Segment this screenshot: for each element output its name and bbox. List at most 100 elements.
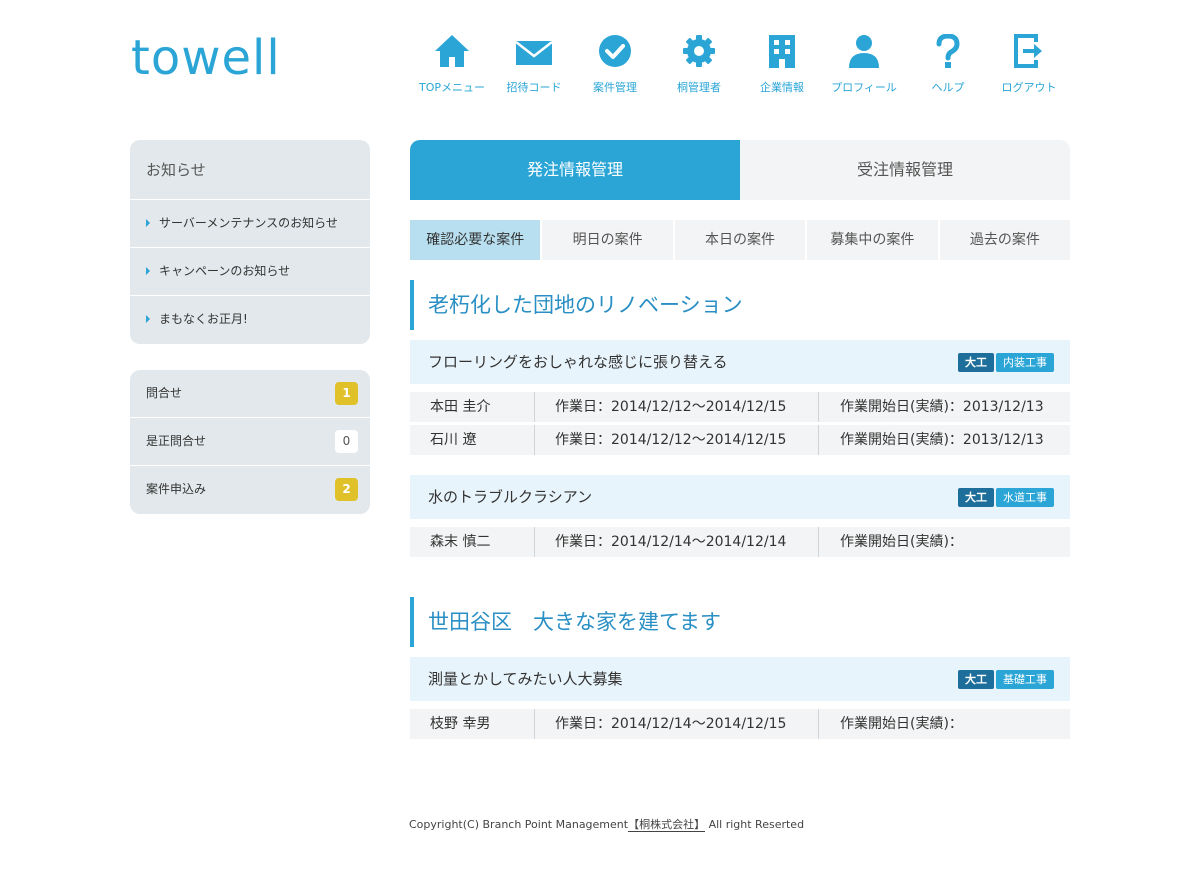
nav-invite-code[interactable]: 招待コード [494,34,574,95]
user-icon [844,34,884,72]
counter-applications[interactable]: 案件申込み 2 [130,466,370,514]
actual-start-date: 作業開始日(実績)： [840,534,963,550]
sub-tabs: 確認必要な案件 明日の案件 本日の案件 募集中の案件 過去の案件 [410,220,1071,260]
job-tags: 大工 基礎工事 [958,670,1054,689]
job-tags: 大工 水道工事 [958,488,1054,507]
copyright-suffix: All right Reserted [705,818,805,831]
category-tag: 水道工事 [996,488,1054,507]
news-item-label: キャンペーンのお知らせ [159,264,291,278]
job-tags: 大工 内装工事 [958,353,1054,372]
nav-label: ログアウト [1001,81,1057,94]
job-header[interactable]: 測量とかしてみたい人大募集 大工 基礎工事 [410,657,1070,701]
nav-logout[interactable]: ログアウト [989,34,1069,95]
worker-row[interactable]: 枝野 幸男 作業日：2014/12/14〜2014/12/15 作業開始日(実績… [410,709,1070,739]
top-navigation: TOPメニュー 招待コード 案件管理 桐管理者 企業情報 プロフィール ヘルプ … [412,34,1072,98]
nav-top-menu[interactable]: TOPメニュー [412,34,492,95]
footer: Copyright(C) Branch Point Management【桐株式… [409,816,804,832]
nav-help[interactable]: ヘルプ [908,34,988,95]
mail-icon [514,34,554,72]
job-title: 水のトラブルクラシアン [428,488,593,506]
actual-start-date: 作業開始日(実績)： [840,716,963,732]
nav-profile[interactable]: プロフィール [824,34,904,95]
subtab-recruiting[interactable]: 募集中の案件 [807,220,938,260]
project: 世田谷区 大きな家を建てます 測量とかしてみたい人大募集 大工 基礎工事 枝野 … [410,597,1070,739]
subtab-past[interactable]: 過去の案件 [939,220,1071,260]
worker-name: 森末 慎二 [410,527,535,557]
counter-inquiries[interactable]: 問合せ 1 [130,370,370,418]
job-title: フローリングをおしゃれな感じに張り替える [428,353,728,371]
trade-tag: 大工 [958,353,994,372]
project-title[interactable]: 老朽化した団地のリノベーション [410,280,1070,330]
count-badge: 1 [335,382,358,405]
worker-list: 森末 慎二 作業日：2014/12/14〜2014/12/14 作業開始日(実績… [410,527,1070,557]
copyright-text: Copyright(C) Branch Point Management [409,818,629,831]
actual-start-date: 作業開始日(実績)：2013/12/13 [840,399,1044,415]
worker-list: 本田 圭介 作業日：2014/12/12〜2014/12/15 作業開始日(実績… [410,392,1070,455]
count-badge: 0 [335,430,358,453]
category-tag: 基礎工事 [996,670,1054,689]
company-link[interactable]: 【桐株式会社】 [628,818,706,832]
worker-name: 枝野 幸男 [410,709,535,739]
counter-label: 是正問合せ [146,434,207,448]
worker-row[interactable]: 石川 遼 作業日：2014/12/12〜2014/12/15 作業開始日(実績)… [410,425,1070,455]
logo[interactable]: towell [131,30,281,86]
news-item-label: まもなくお正月! [159,312,248,326]
job-header[interactable]: 水のトラブルクラシアン 大工 水道工事 [410,475,1070,519]
subtab-tomorrow[interactable]: 明日の案件 [542,220,673,260]
project: 老朽化した団地のリノベーション フローリングをおしゃれな感じに張り替える 大工 … [410,280,1070,557]
worker-name: 石川 遼 [410,425,535,455]
nav-label: 桐管理者 [677,81,721,94]
worker-row[interactable]: 本田 圭介 作業日：2014/12/12〜2014/12/15 作業開始日(実績… [410,392,1070,422]
arrow-right-icon [146,314,150,323]
counter-label: 案件申込み [146,482,207,496]
arrow-right-icon [146,218,150,227]
news-panel: お知らせ サーバーメンテナンスのお知らせ キャンペーンのお知らせ まもなくお正月… [130,140,370,344]
job: 測量とかしてみたい人大募集 大工 基礎工事 枝野 幸男 作業日：2014/12/… [410,657,1070,739]
work-date: 作業日：2014/12/12〜2014/12/15 [535,425,819,455]
news-item[interactable]: まもなくお正月! [130,296,370,344]
main-content: 発注情報管理 受注情報管理 確認必要な案件 明日の案件 本日の案件 募集中の案件… [410,140,1071,739]
trade-tag: 大工 [958,488,994,507]
nav-label: ヘルプ [931,81,965,94]
arrow-right-icon [146,266,150,275]
news-item[interactable]: サーバーメンテナンスのお知らせ [130,200,370,248]
news-title: お知らせ [130,140,370,200]
news-item[interactable]: キャンペーンのお知らせ [130,248,370,296]
category-tag: 内装工事 [996,353,1054,372]
subtab-needs-confirmation[interactable]: 確認必要な案件 [410,220,541,260]
nav-label: プロフィール [831,81,897,94]
nav-label: 招待コード [506,81,562,94]
project-title[interactable]: 世田谷区 大きな家を建てます [410,597,1070,647]
worker-list: 枝野 幸男 作業日：2014/12/14〜2014/12/15 作業開始日(実績… [410,709,1070,739]
subtab-today[interactable]: 本日の案件 [674,220,806,260]
sidebar: お知らせ サーバーメンテナンスのお知らせ キャンペーンのお知らせ まもなくお正月… [130,140,370,514]
worker-row[interactable]: 森末 慎二 作業日：2014/12/14〜2014/12/14 作業開始日(実績… [410,527,1070,557]
worker-name: 本田 圭介 [410,392,535,422]
gear-icon [679,34,719,72]
nav-label: 案件管理 [593,81,637,94]
main-tabs: 発注情報管理 受注情報管理 [410,140,1070,200]
news-item-label: サーバーメンテナンスのお知らせ [159,216,338,230]
nav-company-info[interactable]: 企業情報 [742,34,822,95]
nav-label: 企業情報 [760,81,804,94]
tab-received-order-management[interactable]: 受注情報管理 [740,140,1070,200]
trade-tag: 大工 [958,670,994,689]
check-circle-icon [595,34,635,72]
nav-project-management[interactable]: 案件管理 [575,34,655,95]
nav-admin[interactable]: 桐管理者 [659,34,739,95]
count-badge: 2 [335,478,358,501]
home-icon [432,34,472,72]
logout-icon [1009,34,1049,72]
nav-label: TOPメニュー [418,81,485,94]
job-header[interactable]: フローリングをおしゃれな感じに張り替える 大工 内装工事 [410,340,1070,384]
job: フローリングをおしゃれな感じに張り替える 大工 内装工事 本田 圭介 作業日：2… [410,340,1070,455]
work-date: 作業日：2014/12/14〜2014/12/15 [535,709,819,739]
question-icon [928,34,968,72]
work-date: 作業日：2014/12/14〜2014/12/14 [535,527,819,557]
tab-order-management[interactable]: 発注情報管理 [410,140,740,200]
building-icon [762,34,802,72]
actual-start-date: 作業開始日(実績)：2013/12/13 [840,432,1044,448]
counter-correction-inquiries[interactable]: 是正問合せ 0 [130,418,370,466]
job: 水のトラブルクラシアン 大工 水道工事 森末 慎二 作業日：2014/12/14… [410,475,1070,557]
counter-panel: 問合せ 1 是正問合せ 0 案件申込み 2 [130,370,370,514]
